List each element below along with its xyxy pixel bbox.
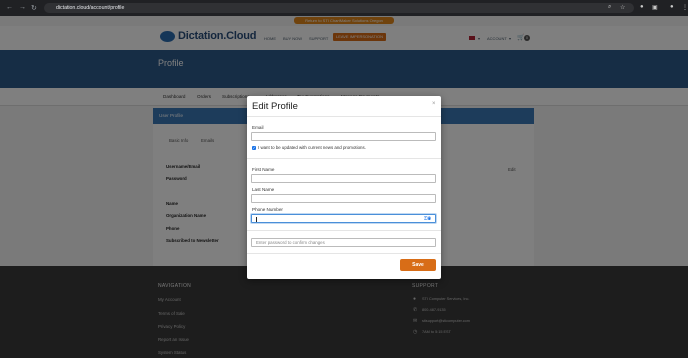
newsletter-label: I want to be updated with current news a…	[258, 145, 366, 150]
extensions-puzzle-icon[interactable]: ▣	[652, 4, 658, 11]
extension-icon[interactable]: ●	[640, 4, 644, 10]
modal-divider	[247, 253, 441, 254]
email-field[interactable]	[251, 132, 436, 141]
modal-divider	[247, 116, 441, 117]
save-button[interactable]: Save	[400, 259, 436, 271]
url-text: dictation.cloud/account/profile	[56, 5, 125, 11]
first-name-label: First Name	[252, 167, 275, 172]
close-icon[interactable]: ×	[432, 101, 436, 107]
zoom-icon[interactable]: ⌕	[608, 4, 611, 11]
browser-chrome: ← → ↻ dictation.cloud/account/profile ⌕ …	[0, 0, 688, 16]
edit-profile-modal: Edit Profile × Email ✓ I want to be upda…	[247, 96, 441, 279]
first-name-field[interactable]	[251, 174, 436, 183]
autofill-icon[interactable]: ⚿◉	[424, 216, 431, 221]
address-bar[interactable]: dictation.cloud/account/profile	[44, 3, 634, 13]
email-label: Email	[252, 125, 264, 130]
last-name-field[interactable]	[251, 194, 436, 203]
phone-label: Phone Number	[252, 207, 283, 212]
profile-avatar-icon[interactable]: ●	[670, 4, 674, 10]
bookmark-star-icon[interactable]: ☆	[620, 4, 625, 11]
reload-icon[interactable]: ↻	[31, 4, 37, 12]
text-cursor	[256, 217, 257, 222]
modal-title: Edit Profile	[252, 101, 298, 112]
last-name-label: Last Name	[252, 187, 275, 192]
modal-divider	[247, 230, 441, 231]
forward-arrow-icon[interactable]: →	[19, 4, 26, 11]
phone-field[interactable]	[251, 214, 436, 223]
newsletter-checkbox[interactable]: ✓	[252, 146, 256, 150]
modal-divider	[247, 158, 441, 159]
back-arrow-icon[interactable]: ←	[6, 4, 13, 11]
confirm-password-field[interactable]	[251, 238, 436, 247]
menu-kebab-icon[interactable]: ⋮	[682, 4, 688, 11]
